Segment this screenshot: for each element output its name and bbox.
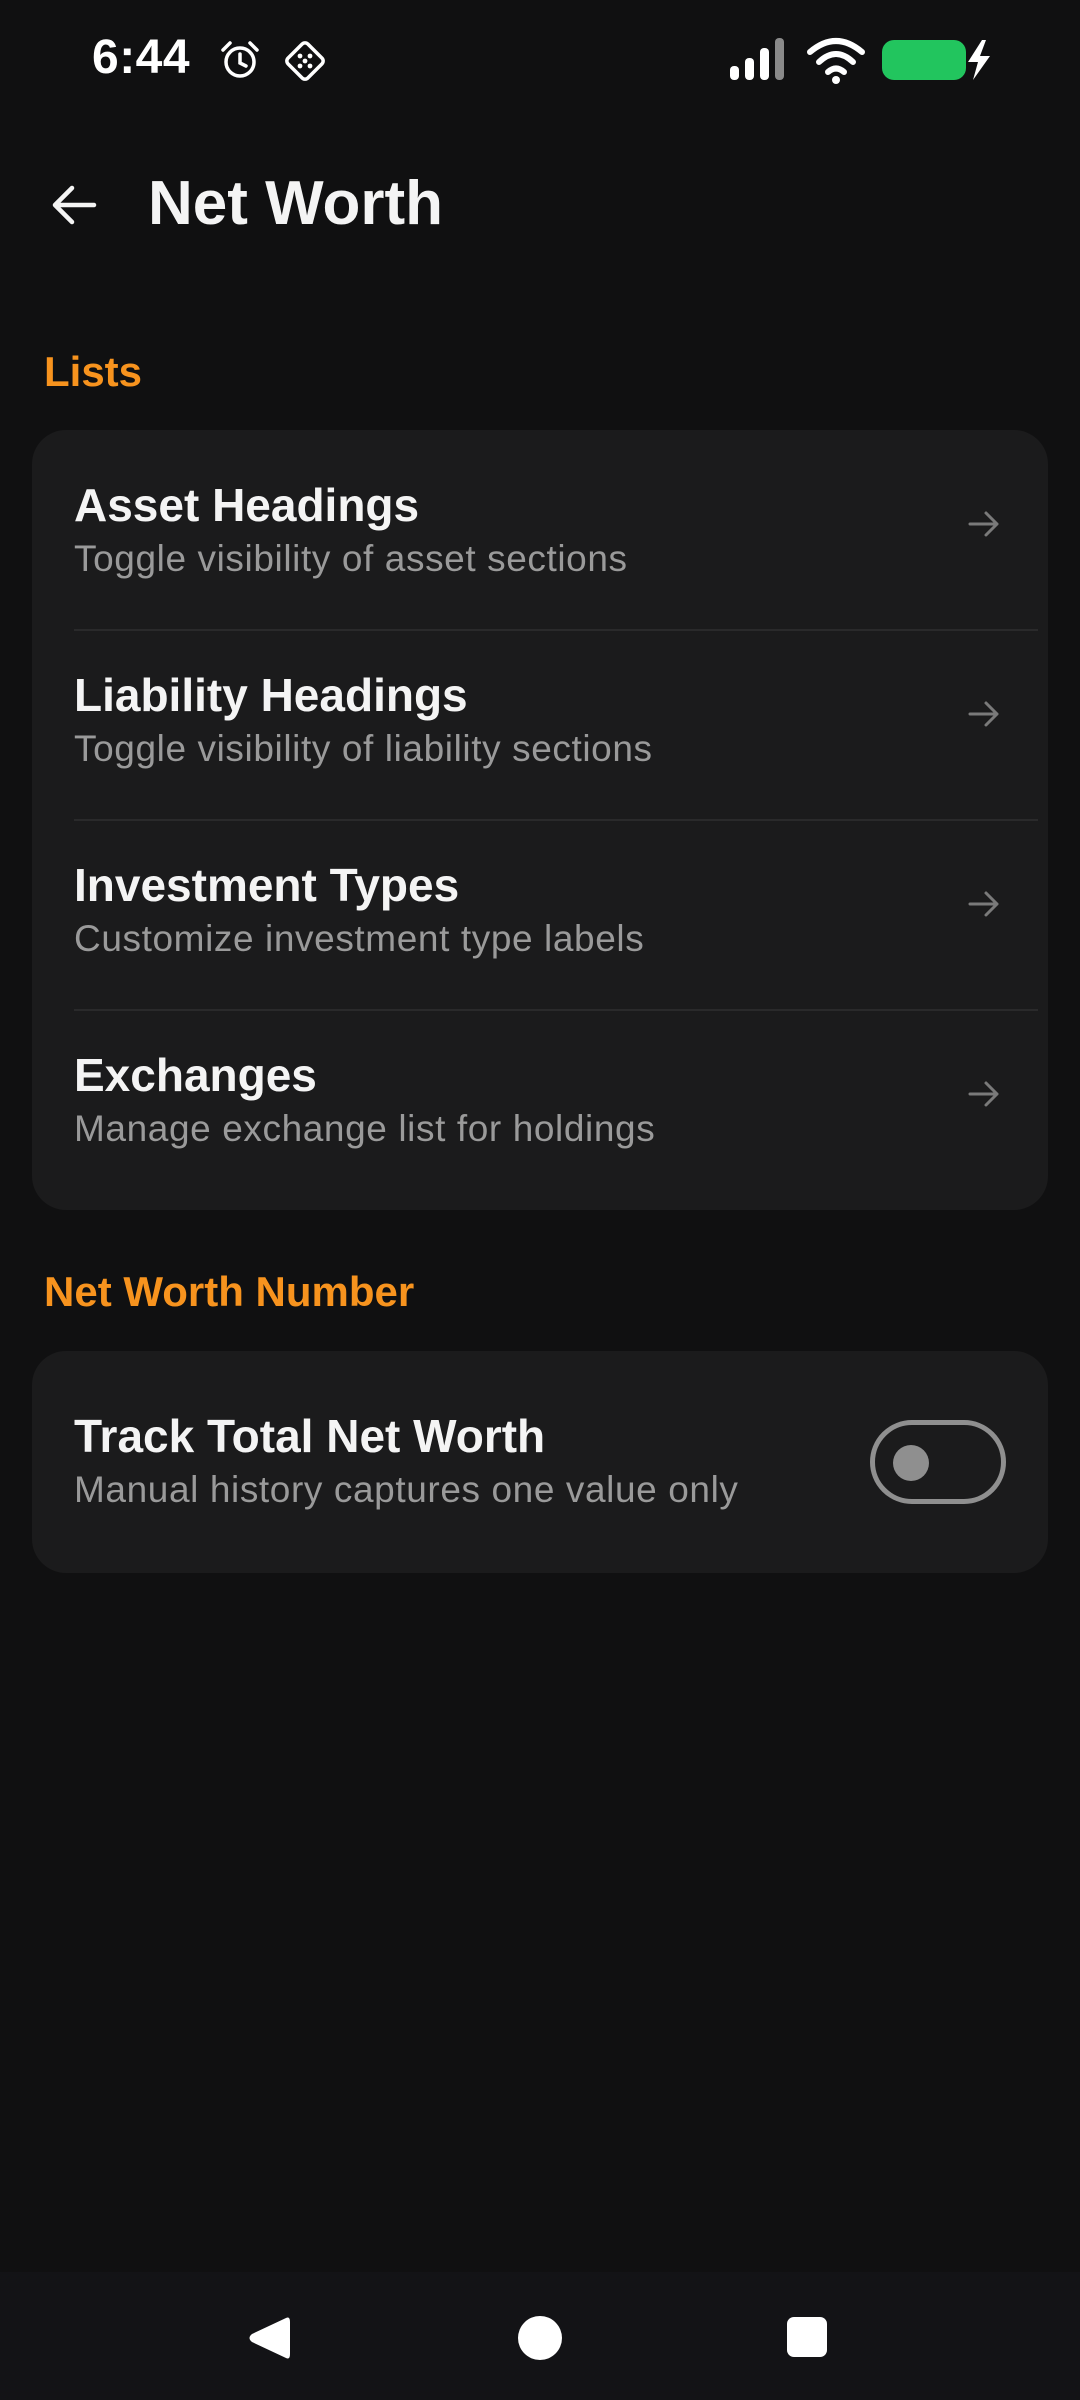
lists-card: Asset Headings Toggle visibility of asse… [32,430,1048,1210]
list-item-title: Exchanges [74,1049,317,1101]
back-triangle-icon[interactable] [244,2312,294,2364]
toggle-title: Track Total Net Worth [74,1410,546,1462]
list-item-asset-headings[interactable]: Asset Headings Toggle visibility of asse… [32,430,1048,620]
list-item-subtitle: Toggle visibility of liability sections [74,728,653,769]
recents-square-icon[interactable] [786,2316,828,2358]
arrow-right-icon [968,701,999,727]
status-bar: 6:44 [0,0,1080,120]
list-item-investment-types[interactable]: Investment Types Customize investment ty… [32,810,1048,1000]
list-item-liability-headings[interactable]: Liability Headings Toggle visibility of … [32,620,1048,810]
track-net-worth-switch[interactable] [870,1420,1006,1504]
list-item-title: Liability Headings [74,669,468,721]
list-item-subtitle: Customize investment type labels [74,918,645,959]
list-item-exchanges[interactable]: Exchanges Manage exchange list for holdi… [32,1000,1048,1190]
alarm-icon [221,41,259,78]
track-total-net-worth-row[interactable]: Track Total Net Worth Manual history cap… [32,1351,1048,1573]
top-app-bar: Net Worth [0,150,1080,260]
list-item-title: Asset Headings [74,479,420,531]
toggle-subtitle: Manual history captures one value only [74,1469,739,1510]
section-header-lists: Lists [44,348,143,395]
screen: 6:44 Net Worth Lists Asset Headings Togg… [0,0,1080,2400]
arrow-left-icon [52,185,97,225]
section-header-net-worth-number: Net Worth Number [44,1268,415,1315]
battery-charging-icon [882,40,990,80]
arrow-right-icon [968,891,999,917]
list-item-subtitle: Toggle visibility of asset sections [74,538,628,579]
home-circle-icon[interactable] [516,2314,564,2362]
page-title: Net Worth [148,169,444,238]
navigation-status-icon [285,41,325,81]
arrow-right-icon [968,511,999,537]
status-time: 6:44 [92,31,191,84]
arrow-right-icon [968,1081,999,1107]
net-worth-number-card: Track Total Net Worth Manual history cap… [32,1351,1048,1573]
signal-icon [730,38,784,80]
wifi-icon [807,38,865,84]
back-button[interactable] [36,172,112,238]
list-item-title: Investment Types [74,859,460,911]
switch-knob [893,1445,929,1481]
system-navigation-bar [0,2272,1080,2400]
list-item-subtitle: Manage exchange list for holdings [74,1108,656,1149]
